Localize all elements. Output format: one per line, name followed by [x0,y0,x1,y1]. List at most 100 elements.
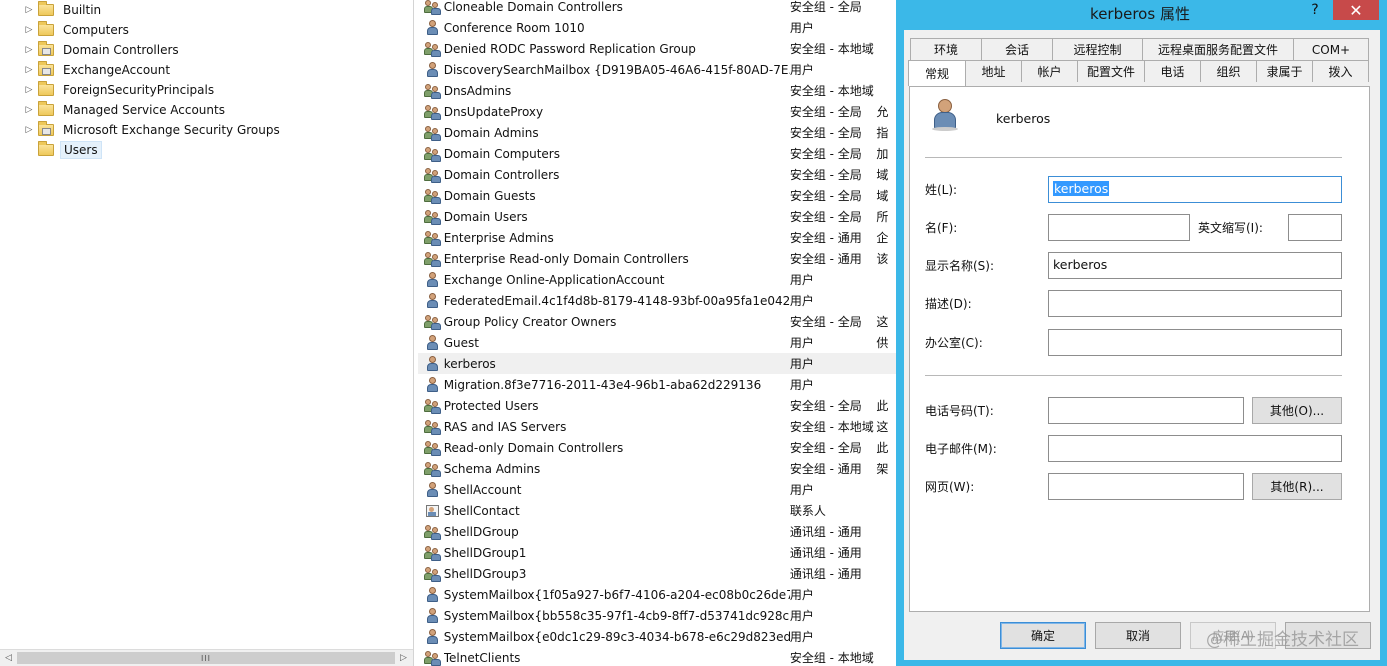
list-row[interactable]: SystemMailbox{bb558c35-97f1-4cb9-8ff7-d5… [418,605,896,626]
list-row[interactable]: Protected Users 安全组 - 全局此 [418,395,896,416]
tree-item-computers[interactable]: ▷ Computers [22,20,132,40]
list-row[interactable]: Domain Computers 安全组 - 全局加 [418,143,896,164]
expand-arrow-icon[interactable]: ▷ [22,5,36,15]
object-list: Cloneable Domain Controllers 安全组 - 全局 Conf… [418,0,896,666]
list-cell-name: Group Policy Creator Owners [443,314,617,329]
tree-item-builtin[interactable]: ▷ Builtin [22,0,104,20]
list-cell-type: 安全组 - 本地域 [789,42,874,56]
list-row[interactable]: Guest 用户 供 [418,332,896,353]
tab-rds-profile[interactable]: 远程桌面服务配置文件 [1142,38,1294,60]
tab-member-of[interactable]: 隶属于 [1256,60,1313,82]
given-name-label: 名(F): [925,221,958,235]
list-cell-type: 用户 [789,63,814,77]
display-name-field[interactable]: kerberos [1048,252,1342,279]
list-row[interactable]: Cloneable Domain Controllers 安全组 - 全局 [418,0,896,17]
email-field[interactable] [1048,435,1342,462]
description-field[interactable] [1048,290,1342,317]
ou-folder-icon [38,61,54,76]
surname-field[interactable]: kerberos [1048,176,1342,203]
list-row[interactable]: Conference Room 1010 用户 [418,17,896,38]
list-row[interactable]: TelnetClients 安全组 - 本地域 [418,647,896,666]
group-icon [424,461,442,477]
list-row[interactable]: Enterprise Admins 安全组 - 通用企 [418,227,896,248]
list-row[interactable]: ShellContact 联系人 [418,500,896,521]
expand-arrow-icon[interactable]: ▷ [22,65,36,75]
tab-account[interactable]: 帐户 [1021,60,1078,82]
list-row[interactable]: Schema Admins 安全组 - 通用架 [418,458,896,479]
group-icon [424,188,442,204]
horizontal-scrollbar[interactable]: ◁ III ▷ [0,649,413,666]
list-cell-type: 用户 [789,273,814,287]
list-row[interactable]: SystemMailbox{1f05a927-b6f7-4106-a204-ec… [418,584,896,605]
list-row[interactable]: SystemMailbox{e0dc1c29-89c3-4034-b678-e6… [418,626,896,647]
help-button[interactable]: ? [1302,0,1328,20]
expand-arrow-icon[interactable]: ▷ [22,25,36,35]
list-row[interactable]: Domain Guests 安全组 - 全局域 [418,185,896,206]
initials-field[interactable] [1288,214,1342,241]
list-row[interactable]: kerberos 用户 [418,353,896,374]
tree-item-users[interactable]: Users [22,140,102,160]
tab-general[interactable]: 常规 [908,60,966,86]
list-row[interactable]: RAS and IAS Servers 安全组 - 本地域这 [418,416,896,437]
list-row[interactable]: ShellAccount 用户 [418,479,896,500]
list-cell-name: Denied RODC Password Replication Group [443,41,696,56]
office-field[interactable] [1048,329,1342,356]
tree-item-domain-controllers[interactable]: ▷ Domain Controllers [22,40,182,60]
list-row[interactable]: Domain Admins 安全组 - 全局指 [418,122,896,143]
list-row[interactable]: Migration.8f3e7716-2011-43e4-96b1-aba62d… [418,374,896,395]
tab-sessions[interactable]: 会话 [981,38,1053,60]
other-webpage-button[interactable]: 其他(R)... [1252,473,1342,500]
ok-button[interactable]: 确定 [1000,622,1086,649]
list-row[interactable]: DnsAdmins 安全组 - 本地域 [418,80,896,101]
tree-item-exchange-security-groups[interactable]: ▷ Microsoft Exchange Security Groups [22,120,283,140]
tree-item-exchangeaccount[interactable]: ▷ ExchangeAccount [22,60,173,80]
list-row[interactable]: DnsUpdateProxy 安全组 - 全局允 [418,101,896,122]
list-row[interactable]: Enterprise Read-only Domain Controllers 安… [418,248,896,269]
folder-icon [38,81,54,96]
scroll-right-icon[interactable]: ▷ [395,650,412,666]
tab-dial-in[interactable]: 拨入 [1312,60,1369,82]
list-cell-type: 用户 [789,483,814,497]
webpage-field[interactable] [1048,473,1244,500]
tab-telephones[interactable]: 电话 [1144,60,1201,82]
list-row[interactable]: Domain Controllers 安全组 - 全局域 [418,164,896,185]
list-row[interactable]: Domain Users 安全组 - 全局所 [418,206,896,227]
expand-arrow-icon[interactable]: ▷ [22,125,36,135]
list-cell-name: SystemMailbox{e0dc1c29-89c3-4034-b678-e6… [443,629,790,644]
list-row[interactable]: ShellDGroup3 通讯组 - 通用 [418,563,896,584]
scrollbar-thumb[interactable]: III [17,652,395,664]
user-icon [424,61,442,78]
expand-arrow-icon[interactable]: ▷ [22,105,36,115]
list-row[interactable]: DiscoverySearchMailbox {D919BA05-46A6-41… [418,59,896,80]
tree-item-label: Computers [63,23,129,37]
tab-address[interactable]: 地址 [965,60,1022,82]
tab-environment[interactable]: 环境 [910,38,982,60]
list-cell-type: 安全组 - 全局 [789,210,862,224]
list-cell-desc: 这 [876,315,889,329]
close-button[interactable]: ✕ [1333,0,1379,20]
given-name-field[interactable] [1048,214,1190,241]
list-row[interactable]: Read-only Domain Controllers 安全组 - 全局此 [418,437,896,458]
tree-item-managed-service-accounts[interactable]: ▷ Managed Service Accounts [22,100,228,120]
tree-item-foreignsecurityprincipals[interactable]: ▷ ForeignSecurityPrincipals [22,80,217,100]
cancel-button[interactable]: 取消 [1095,622,1181,649]
tab-profile[interactable]: 配置文件 [1077,60,1145,82]
phone-field[interactable] [1048,397,1244,424]
list-cell-name: Conference Room 1010 [443,20,585,35]
list-row[interactable]: ShellDGroup1 通讯组 - 通用 [418,542,896,563]
tab-com[interactable]: COM+ [1293,38,1369,60]
other-phone-button[interactable]: 其他(O)... [1252,397,1342,424]
list-row[interactable]: ShellDGroup 通讯组 - 通用 [418,521,896,542]
list-row[interactable]: Denied RODC Password Replication Group 安全… [418,38,896,59]
list-row[interactable]: Exchange Online-ApplicationAccount 用户 [418,269,896,290]
expand-arrow-icon[interactable]: ▷ [22,85,36,95]
tab-remote-control[interactable]: 远程控制 [1052,38,1143,60]
list-row[interactable]: Group Policy Creator Owners 安全组 - 全局这 [418,311,896,332]
scroll-left-icon[interactable]: ◁ [0,650,17,666]
expand-arrow-icon[interactable]: ▷ [22,45,36,55]
dialog-title-bar[interactable]: kerberos 属性 ? ✕ [896,0,1387,26]
list-row[interactable]: FederatedEmail.4c1f4d8b-8179-4148-93bf-0… [418,290,896,311]
list-cell-name: Exchange Online-ApplicationAccount [443,272,665,287]
list-cell-name: RAS and IAS Servers [443,419,567,434]
tab-organization[interactable]: 组织 [1200,60,1257,82]
